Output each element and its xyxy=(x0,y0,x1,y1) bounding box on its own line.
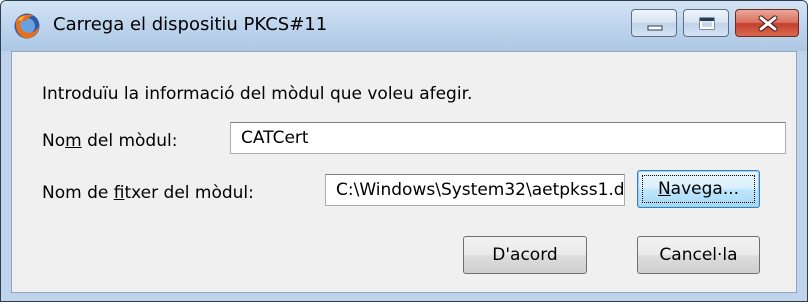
intro-text: Introduïu la informació del mòdul que vo… xyxy=(42,84,473,104)
window-title: Carrega el dispositiu PKCS#11 xyxy=(53,14,328,35)
firefox-icon xyxy=(13,12,41,40)
module-name-input[interactable]: CATCert xyxy=(230,122,786,154)
ok-button[interactable]: D'acord xyxy=(463,236,587,274)
close-icon xyxy=(758,15,778,32)
dialog-window: Carrega el dispositiu PKCS#11 Introduïu … xyxy=(0,0,808,302)
maximize-icon xyxy=(699,17,715,30)
module-file-label: Nom de fitxer del mòdul: xyxy=(42,183,254,203)
minimize-icon xyxy=(647,25,663,31)
minimize-button[interactable] xyxy=(631,9,677,37)
module-name-label: Nom del mòdul: xyxy=(42,131,178,151)
dialog-body: Introduïu la informació del mòdul que vo… xyxy=(11,51,797,293)
maximize-button[interactable] xyxy=(683,9,729,37)
close-button[interactable] xyxy=(735,9,799,37)
title-bar[interactable]: Carrega el dispositiu PKCS#11 xyxy=(1,1,807,51)
module-file-input[interactable]: C:\Windows\System32\aetpkss1.dll xyxy=(325,174,625,206)
cancel-button[interactable]: Cancel·la xyxy=(637,236,760,274)
browse-button[interactable]: Navega... xyxy=(637,170,760,208)
